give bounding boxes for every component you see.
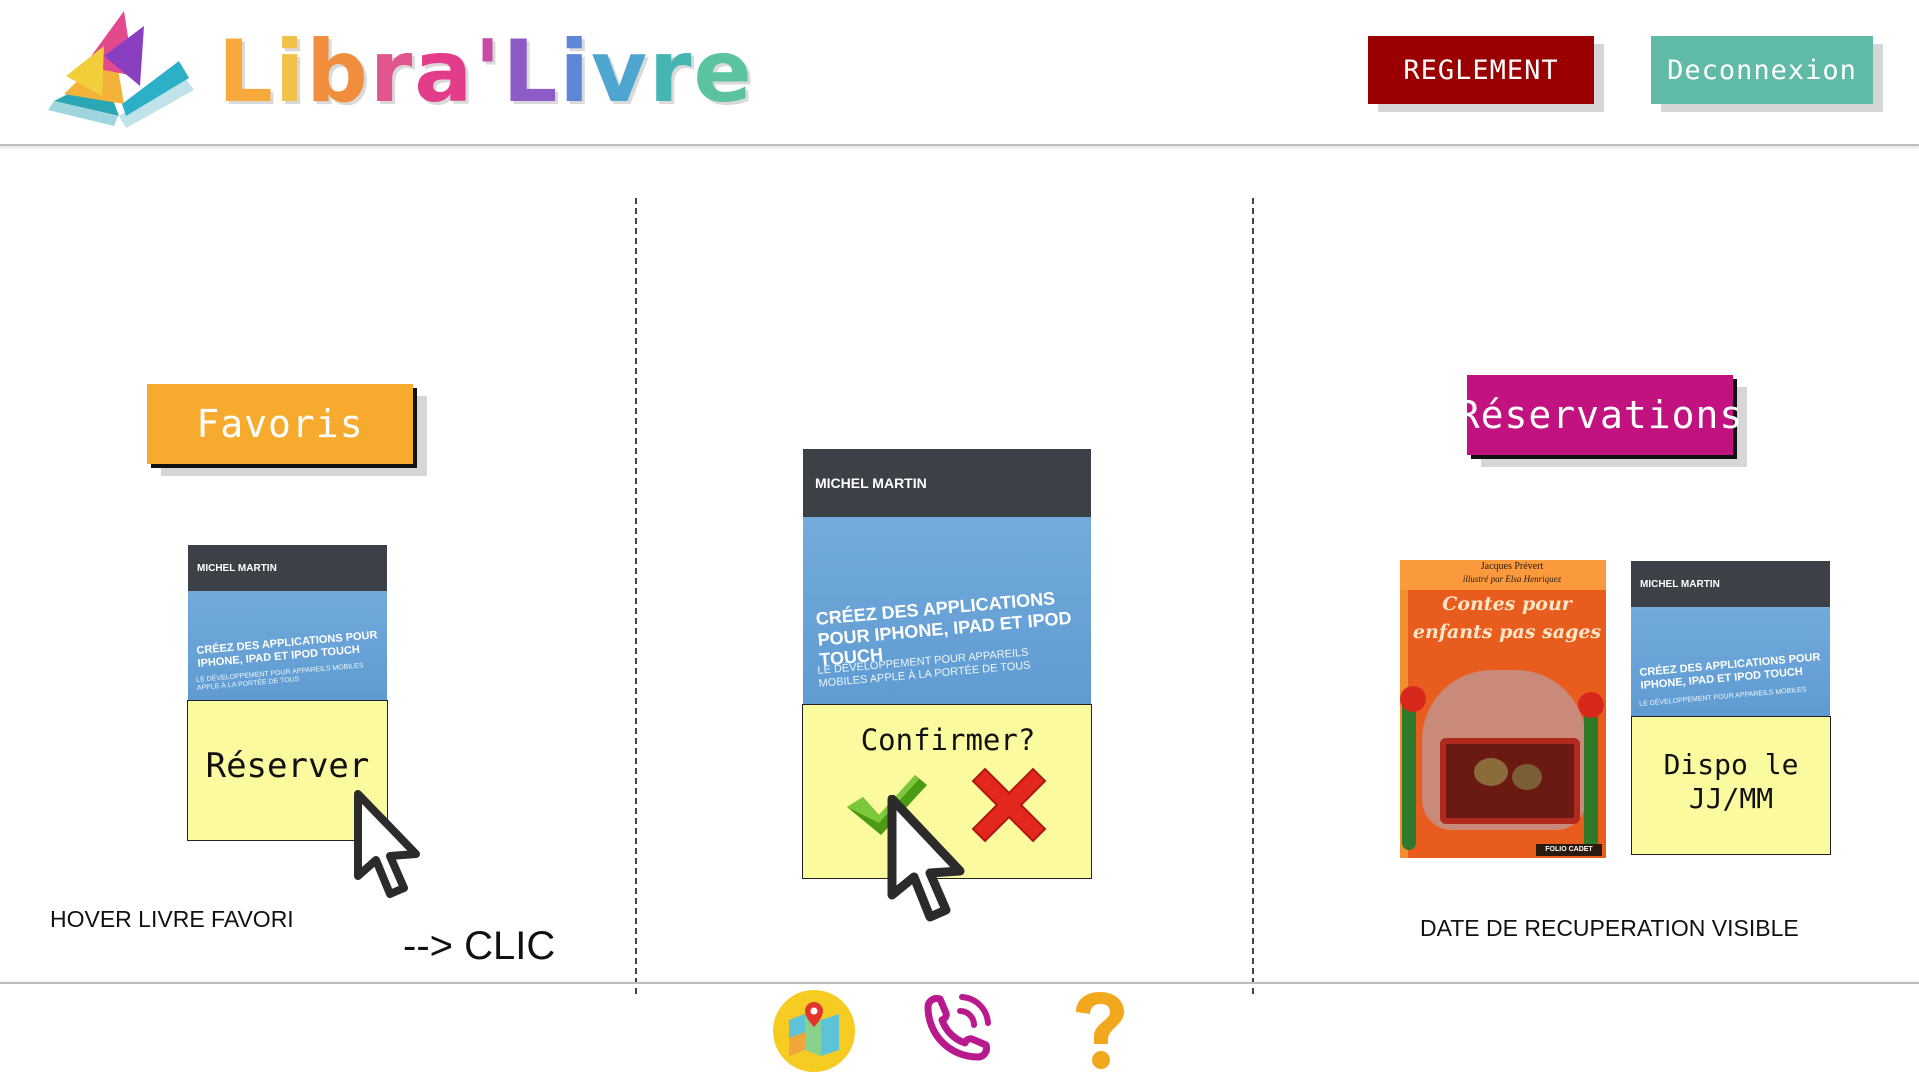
help-icon[interactable] — [1068, 988, 1132, 1072]
reserved-book-cover-contes[interactable]: Jacques Prévert illustré par Elsa Henriq… — [1400, 560, 1606, 858]
favorite-book-cover[interactable]: MICHEL MARTIN CRÉEZ DES APPLICATIONS POU… — [188, 545, 387, 700]
availability-note: Dispo le JJ/MM — [1631, 716, 1831, 855]
reserve-button[interactable]: Réserver — [187, 700, 388, 841]
reglement-button[interactable]: REGLEMENT — [1368, 36, 1594, 104]
logo-letter: L — [502, 22, 560, 122]
book-author: MICHEL MARTIN — [1631, 561, 1830, 607]
app-logo-text: Libra'Livre — [218, 22, 754, 122]
confirm-dialog: Confirmer? — [802, 704, 1092, 879]
availability-label: Dispo le JJ/MM — [1663, 747, 1799, 815]
confirm-label: Confirmer? — [860, 723, 1036, 757]
book-illustrator: illustré par Elsa Henriquez — [1462, 574, 1562, 584]
logo-letter: r — [649, 22, 694, 122]
book-author: MICHEL MARTIN — [803, 449, 1091, 517]
logo-letter: a — [414, 22, 475, 122]
confirm-book-cover: MICHEL MARTIN CRÉEZ DES APPLICATIONS POU… — [803, 449, 1091, 705]
column-divider-2 — [1252, 198, 1254, 994]
book-publisher: FOLIO CADET — [1536, 844, 1602, 856]
logo-letter: i — [559, 22, 591, 122]
pickup-date-note: DATE DE RECUPERATION VISIBLE — [1420, 915, 1799, 941]
logo-letter: r — [369, 22, 415, 122]
cross-icon[interactable] — [971, 767, 1047, 843]
reserved-book-cover-iphone[interactable]: MICHEL MARTIN CRÉEZ DES APPLICATIONS POU… — [1631, 561, 1830, 717]
book-logo-icon — [48, 11, 194, 128]
column-divider-1 — [635, 198, 637, 994]
book-author: MICHEL MARTIN — [188, 545, 387, 591]
check-icon[interactable] — [843, 771, 927, 837]
logo-letter: i — [274, 22, 307, 122]
deconnexion-button[interactable]: Deconnexion — [1651, 36, 1873, 104]
reservations-button[interactable]: Réservations — [1457, 375, 1742, 455]
phone-icon[interactable] — [914, 987, 998, 1071]
book-author: Jacques Prévert — [1480, 561, 1544, 572]
hover-note: HOVER LIVRE FAVORI — [50, 906, 294, 932]
logo-letter: L — [218, 22, 275, 122]
footer-divider — [0, 982, 1919, 984]
map-icon[interactable] — [773, 990, 855, 1072]
click-note: --> CLIC — [403, 924, 556, 968]
book-title: Contes pour enfants pas sages — [1412, 593, 1602, 643]
logo-letter: v — [590, 22, 650, 122]
logo-letter: b — [306, 22, 370, 122]
favoris-button[interactable]: Favoris — [147, 384, 413, 464]
logo-letter: e — [693, 22, 754, 122]
reserve-label: Réserver — [205, 745, 370, 786]
map-glyph — [789, 1002, 839, 1056]
logo-letter: ' — [474, 22, 503, 122]
